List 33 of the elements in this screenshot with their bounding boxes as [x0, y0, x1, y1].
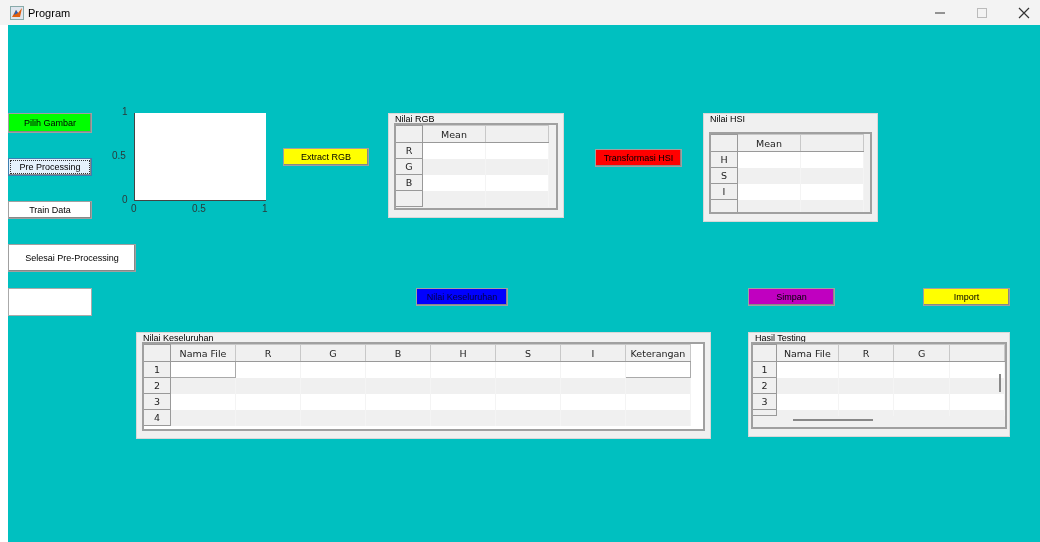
app-icon — [10, 5, 24, 20]
column-header[interactable]: Mean — [422, 125, 486, 143]
column-header[interactable]: B — [365, 344, 431, 362]
panel-title: Nilai HSI — [708, 114, 747, 124]
button[interactable]: Pre Processing — [8, 158, 92, 176]
column-header[interactable]: Mean — [737, 134, 801, 152]
close-icon[interactable] — [1018, 6, 1030, 19]
window-title: Program — [28, 6, 71, 19]
input-field[interactable] — [8, 288, 92, 316]
button[interactable]: Simpan — [748, 288, 835, 306]
column-header[interactable]: S — [495, 344, 561, 362]
scrollbar-thumb[interactable] — [999, 374, 1001, 392]
column-header[interactable]: G — [300, 344, 366, 362]
button[interactable]: Transformasi HSI — [595, 149, 682, 167]
button[interactable]: Pilih Gambar — [8, 113, 92, 133]
column-header[interactable]: I — [560, 344, 626, 362]
column-header[interactable]: G — [893, 344, 950, 362]
axis-tick-label: 0.5 — [112, 150, 124, 161]
button[interactable]: Train Data — [8, 201, 92, 219]
column-header[interactable]: R — [235, 344, 301, 362]
axis-tick-label: 1 — [262, 203, 268, 214]
button[interactable]: Import — [923, 288, 1010, 306]
column-header[interactable]: Keterangan — [625, 344, 691, 362]
column-header[interactable]: Nama File — [170, 344, 236, 362]
scrollbar-thumb[interactable] — [793, 419, 873, 421]
maximize-icon[interactable] — [976, 6, 988, 19]
button[interactable]: Selesai Pre-Processing — [8, 244, 136, 272]
axis-tick-label: 0.5 — [192, 203, 206, 214]
axis-tick-label: 0 — [131, 203, 137, 214]
column-header[interactable]: R — [838, 344, 894, 362]
column-header[interactable]: H — [430, 344, 496, 362]
column-header[interactable]: Nama File — [776, 344, 839, 362]
button[interactable]: Extract RGB — [283, 148, 369, 166]
